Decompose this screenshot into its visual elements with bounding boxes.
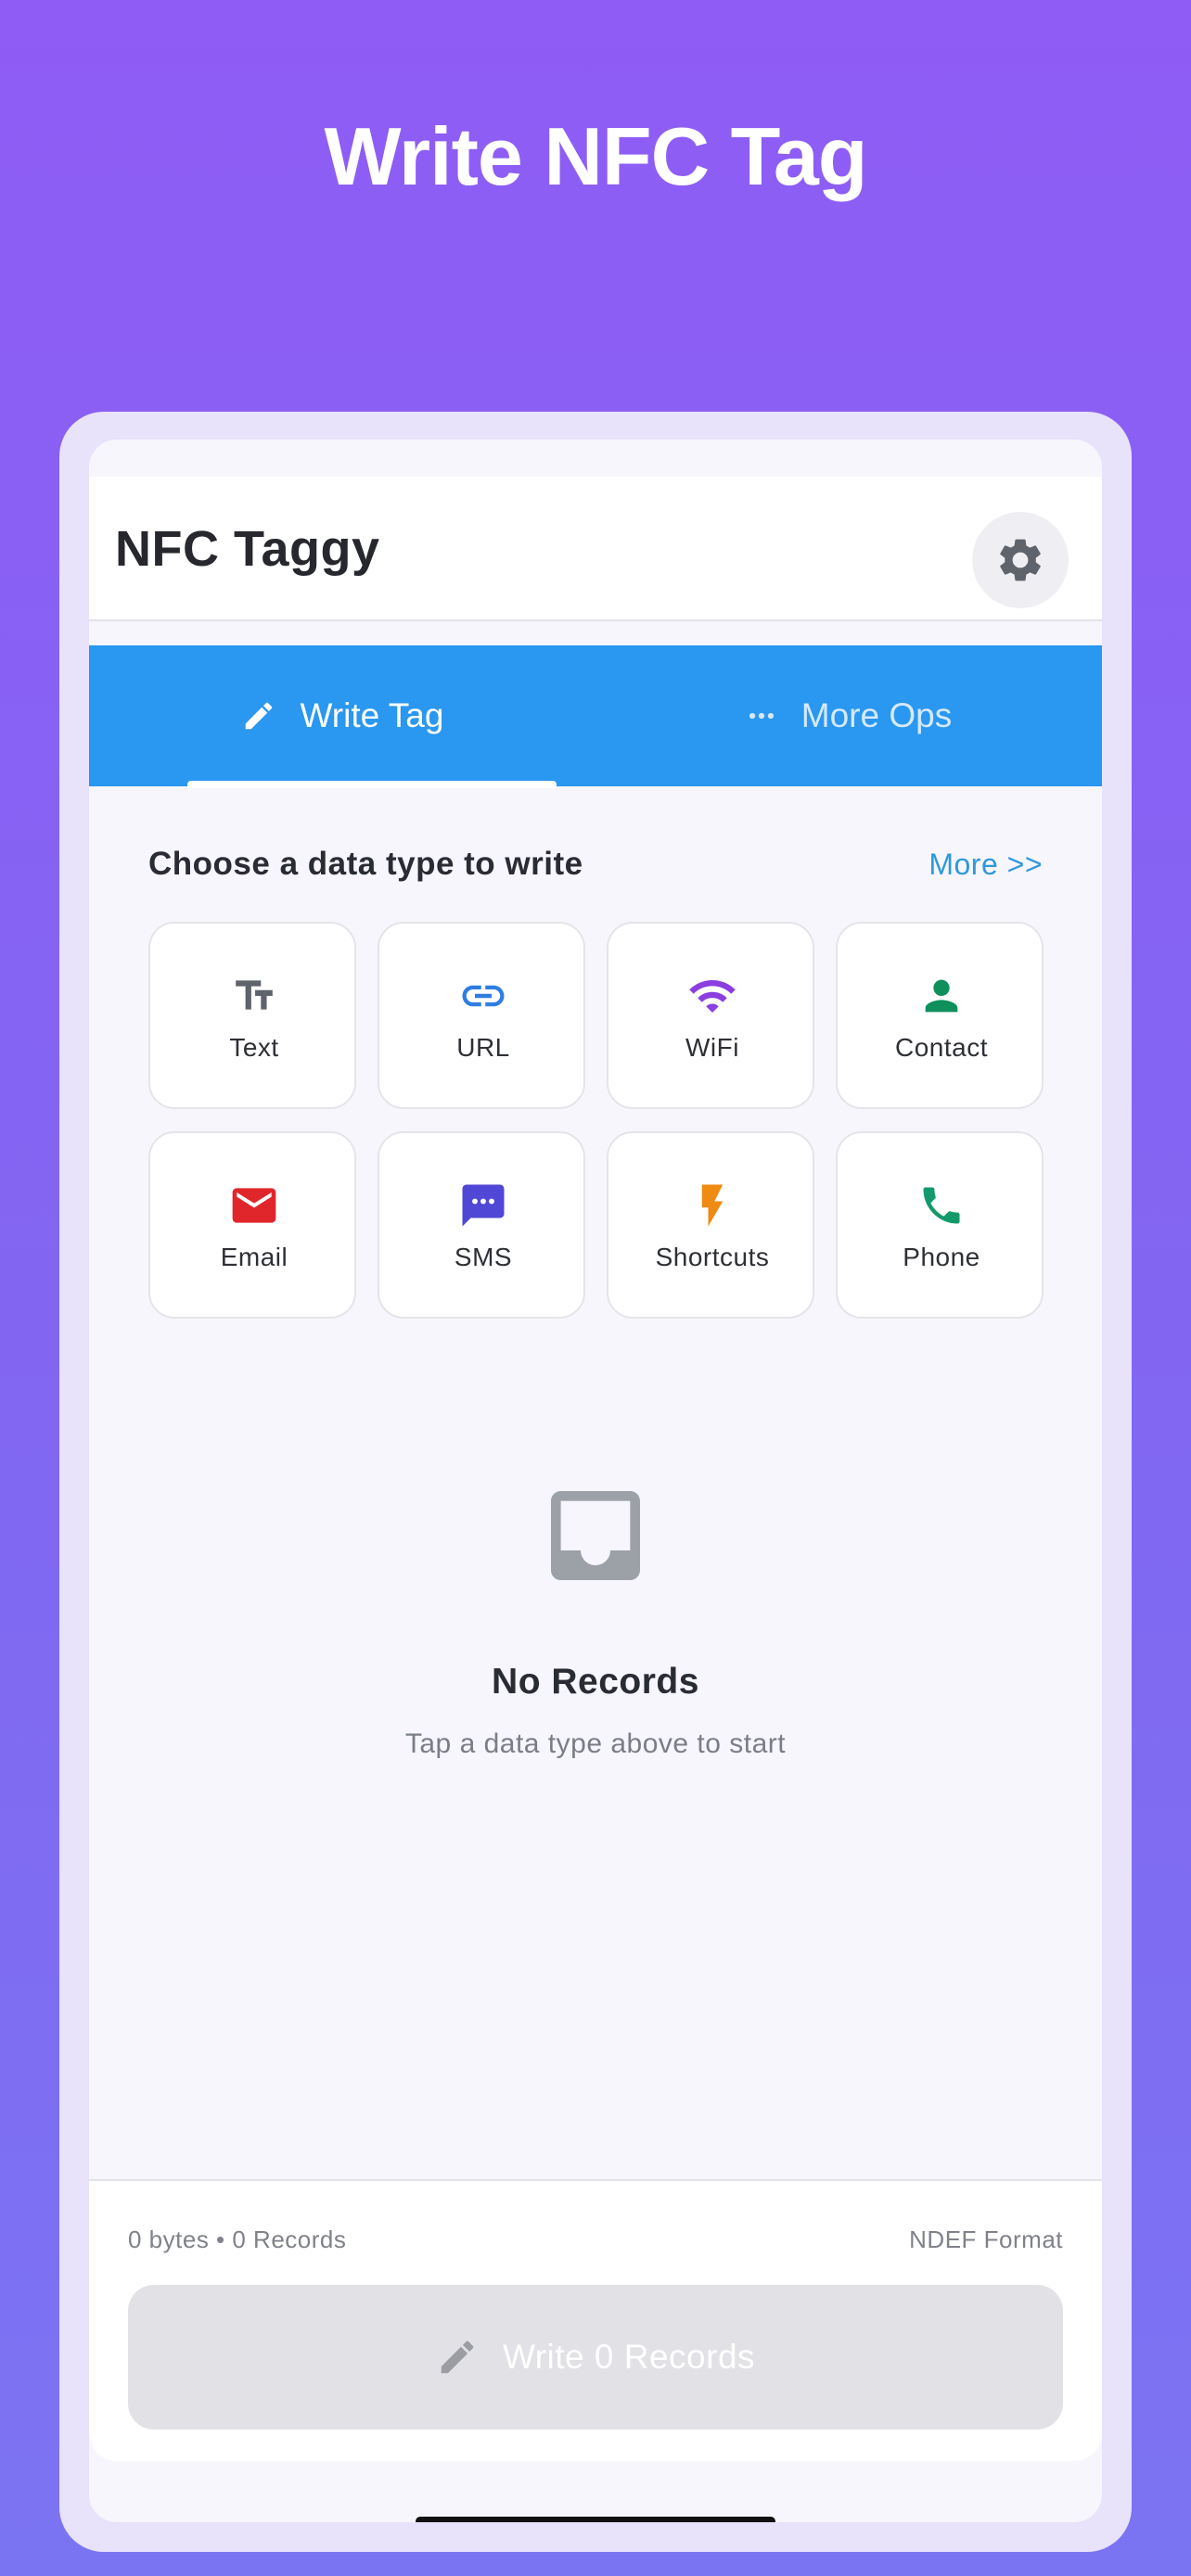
type-card-label: Email bbox=[220, 1243, 288, 1271]
footer-panel: 0 bytes • 0 Records NDEF Format Write 0 … bbox=[89, 2179, 1102, 2461]
phone-icon bbox=[923, 1187, 960, 1224]
home-indicator bbox=[416, 2517, 775, 2522]
tab-more-ops-label: More Ops bbox=[800, 696, 953, 734]
bolt-icon bbox=[701, 1184, 724, 1227]
tab-write-tag[interactable]: Write Tag bbox=[89, 645, 596, 786]
inbox-icon bbox=[551, 1491, 640, 1580]
record-stats: 0 bytes • 0 Records bbox=[128, 2225, 347, 2253]
pencil-icon bbox=[245, 702, 272, 730]
type-card-phone[interactable]: Phone bbox=[836, 1131, 1044, 1319]
more-link[interactable]: More >> bbox=[928, 848, 1043, 882]
settings-button[interactable] bbox=[972, 512, 1069, 608]
mail-icon bbox=[232, 1188, 276, 1223]
text-icon bbox=[236, 980, 273, 1010]
promo-title: Write NFC Tag bbox=[324, 110, 867, 202]
wifi-icon bbox=[689, 980, 736, 1013]
app-title: NFC Taggy bbox=[115, 521, 380, 577]
empty-state-title: No Records bbox=[492, 1662, 699, 1702]
app-bar: NFC Taggy bbox=[89, 477, 1102, 621]
type-card-text[interactable]: Text bbox=[148, 922, 356, 1109]
type-card-contact[interactable]: Contact bbox=[836, 922, 1044, 1109]
type-card-url[interactable]: URL bbox=[378, 922, 585, 1109]
write-button-label: Write 0 Records bbox=[502, 2338, 756, 2376]
type-card-wifi[interactable]: WiFi bbox=[607, 922, 814, 1109]
tab-write-tag-label: Write Tag bbox=[300, 696, 444, 734]
type-card-label: Shortcuts bbox=[655, 1243, 770, 1271]
type-card-label: Phone bbox=[903, 1243, 980, 1271]
type-card-label: SMS bbox=[454, 1243, 513, 1271]
type-card-label: URL bbox=[456, 1033, 510, 1062]
write-records-button[interactable]: Write 0 Records bbox=[128, 2285, 1063, 2429]
type-card-label: Contact bbox=[895, 1033, 988, 1062]
tab-bar: Write Tag More Ops bbox=[89, 645, 1102, 786]
type-card-shortcuts[interactable]: Shortcuts bbox=[607, 1131, 814, 1319]
type-card-email[interactable]: Email bbox=[148, 1131, 356, 1319]
more-dots-icon bbox=[749, 712, 774, 720]
gear-icon bbox=[1000, 539, 1041, 581]
type-card-label: Text bbox=[229, 1033, 279, 1062]
person-icon bbox=[925, 979, 958, 1013]
message-icon bbox=[462, 1184, 505, 1227]
type-card-sms[interactable]: SMS bbox=[378, 1131, 585, 1319]
format-label: NDEF Format bbox=[909, 2225, 1063, 2253]
app-screen: NFC Taggy Write Tag More Ops Choose a da… bbox=[89, 440, 1102, 2522]
section-title: Choose a data type to write bbox=[148, 846, 583, 882]
tab-more-ops[interactable]: More Ops bbox=[596, 645, 1102, 786]
pencil-icon bbox=[441, 2340, 474, 2374]
empty-state-subtitle: Tap a data type above to start bbox=[404, 1728, 787, 1759]
active-tab-indicator bbox=[187, 781, 557, 788]
link-icon bbox=[462, 985, 505, 1007]
type-card-label: WiFi bbox=[685, 1033, 739, 1062]
